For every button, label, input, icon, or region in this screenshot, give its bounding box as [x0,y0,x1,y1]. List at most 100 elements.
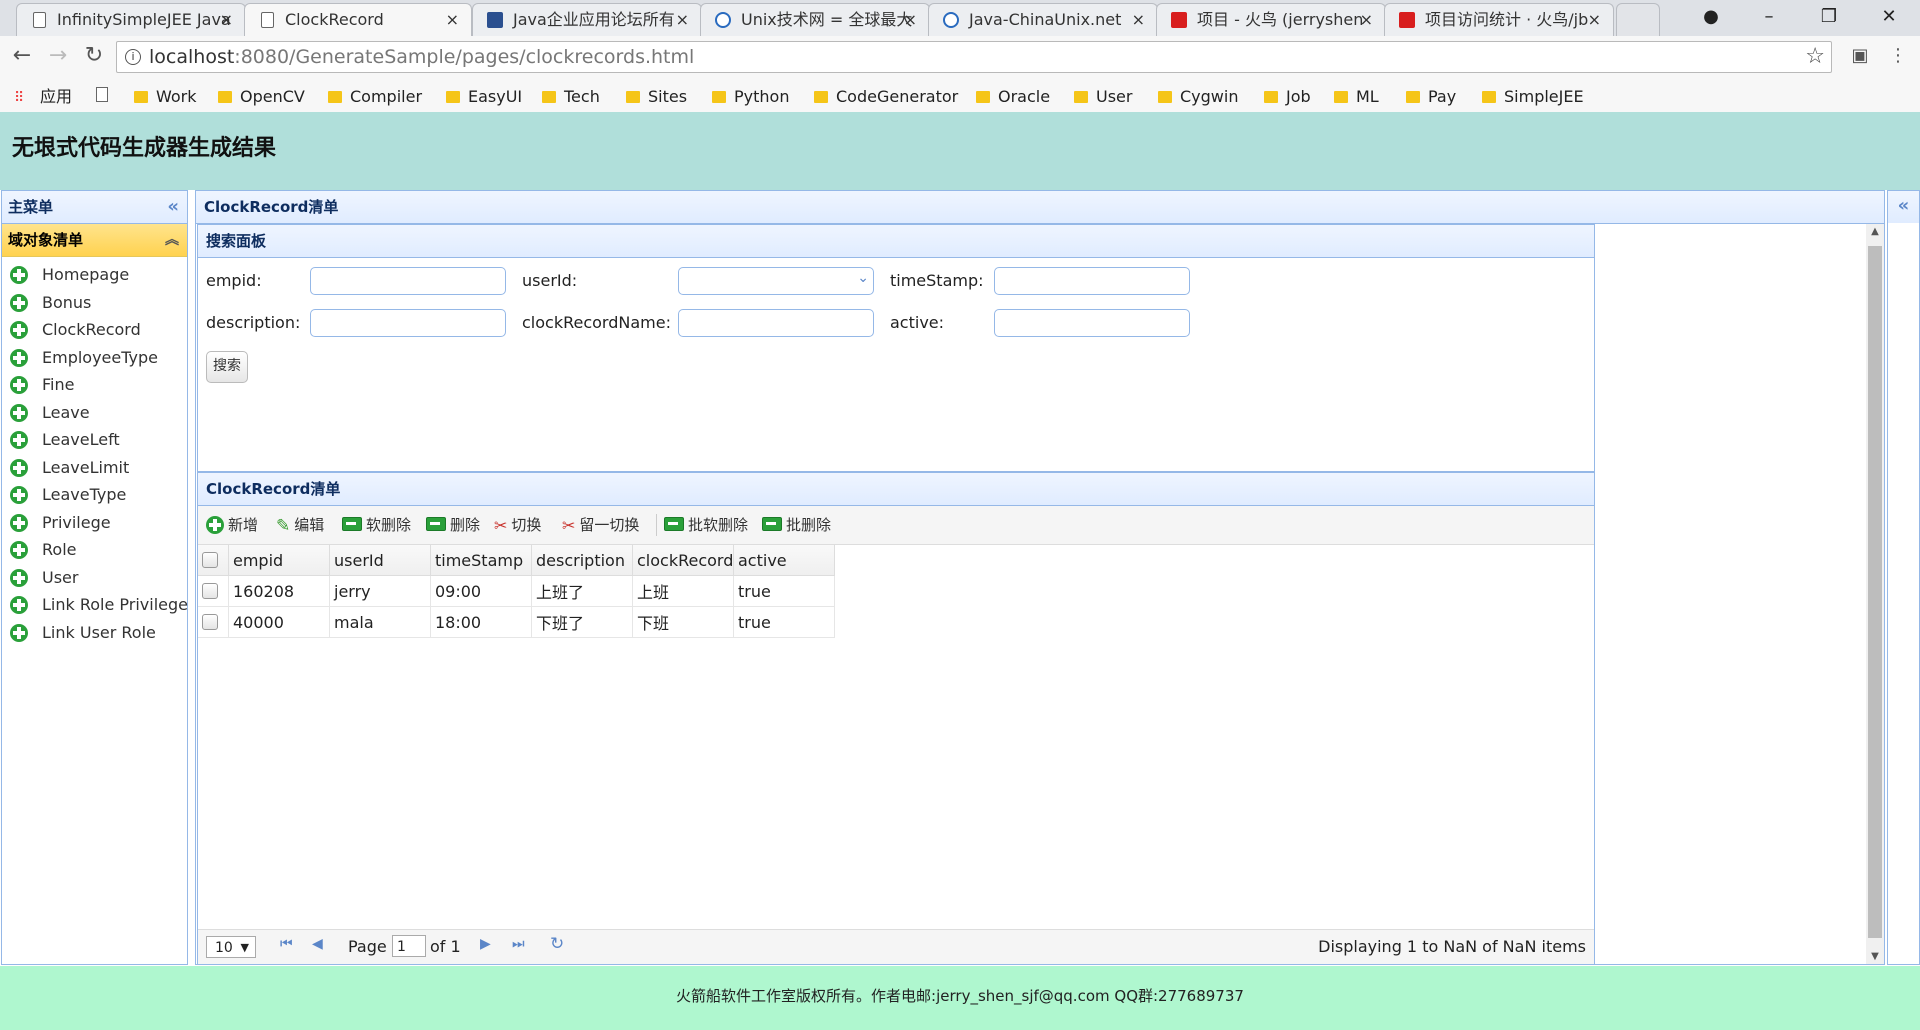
bookmark-apps[interactable]: ⠿ 应用 [14,86,72,108]
first-page-icon[interactable]: ⏮ [280,936,293,952]
userid-combobox[interactable]: ⌄ [678,267,874,295]
bookmark-folder[interactable]: Oracle [976,86,1050,108]
next-page-icon[interactable]: ▶ [480,936,491,952]
menu-item[interactable]: Role [2,536,187,564]
soft-delete-button[interactable]: 软删除 [342,515,411,535]
close-tab-icon[interactable]: × [1360,4,1373,36]
table-row[interactable]: 160208 jerry 09:00 上班了 上班 true [198,575,835,607]
last-page-icon[interactable]: ⏭ [512,936,525,952]
batch-delete-button[interactable]: 批删除 [762,515,831,535]
collapse-up-icon[interactable]: ︽ [165,224,179,256]
menu-item[interactable]: LeaveType [2,481,187,509]
bookmark-folder[interactable]: Cygwin [1158,86,1238,108]
row-checkbox[interactable] [198,606,229,638]
collapse-left-icon[interactable]: « [167,191,179,223]
bookmark-star-icon[interactable]: ☆ [1805,42,1825,72]
bookmark-folder[interactable]: User [1074,86,1132,108]
close-tab-icon[interactable]: × [676,4,689,36]
row-checkbox[interactable] [198,575,229,607]
menu-item[interactable]: Leave [2,399,187,427]
active-input[interactable] [994,309,1190,337]
browser-tab[interactable]: InfinitySimpleJEE Java × [16,3,246,36]
menu-item[interactable]: Fine [2,371,187,399]
browser-tab[interactable]: 项目访问统计 · 火鸟/jb × [1384,3,1614,36]
chevron-down-icon[interactable]: ⌄ [857,270,869,286]
scroll-up-icon[interactable]: ▲ [1866,226,1884,237]
delete-button[interactable]: 删除 [426,515,480,535]
back-icon[interactable]: ← [8,43,36,68]
refresh-icon[interactable]: ↻ [550,934,564,954]
timestamp-input[interactable] [994,267,1190,295]
column-header[interactable]: active [733,545,835,576]
menu-item[interactable]: Bonus [2,289,187,317]
close-tab-icon[interactable]: × [446,4,459,36]
bookmark-folder[interactable]: Work [134,86,197,108]
table-row[interactable]: 40000 mala 18:00 下班了 下班 true [198,606,835,638]
menu-kebab-icon[interactable]: ⋮ [1884,45,1912,66]
empid-input[interactable] [310,267,506,295]
scrollbar-thumb[interactable] [1868,246,1882,938]
info-icon[interactable]: i [125,49,141,65]
prev-page-icon[interactable]: ◀ [312,936,323,952]
search-button[interactable]: 搜索 [206,351,248,383]
close-tab-icon[interactable]: × [904,4,917,36]
toggle-one-button[interactable]: ✂ 留一切换 [562,515,639,535]
profile-icon[interactable]: ● [1688,0,1734,36]
bookmark-folder[interactable]: OpenCV [218,86,305,108]
extension-icon[interactable]: ▣ [1846,45,1874,66]
minimize-icon[interactable]: – [1746,0,1792,36]
page-size-select[interactable]: 10 ▼ [206,936,256,958]
menu-item[interactable]: Privilege [2,509,187,537]
edit-button[interactable]: ✎ 编辑 [276,515,324,536]
menu-item[interactable]: Link Role Privilege [2,591,188,619]
url-input[interactable]: i localhost:8080/GenerateSample/pages/cl… [116,41,1832,73]
browser-tab-active[interactable]: ClockRecord × [244,3,472,36]
menu-item[interactable]: Link User Role [2,619,187,647]
menu-item[interactable]: Homepage [2,261,187,289]
menu-item[interactable]: LeaveLeft [2,426,187,454]
browser-tab[interactable]: Java企业应用论坛所有 × [472,3,702,36]
forward-icon[interactable]: → [44,43,72,68]
browser-tab[interactable]: Java-ChinaUnix.net × [928,3,1158,36]
bookmark-folder[interactable]: Python [712,86,789,108]
add-button[interactable]: 新增 [206,515,258,535]
expand-left-icon[interactable]: « [1888,191,1919,223]
bookmark-folder[interactable]: CodeGenerator [814,86,958,108]
bookmark-folder[interactable]: Pay [1406,86,1456,108]
bookmark-folder[interactable]: EasyUI [446,86,522,108]
page-number-input[interactable]: 1 [392,935,426,957]
bookmark-folder[interactable]: Compiler [328,86,422,108]
scroll-down-icon[interactable]: ▼ [1866,951,1884,962]
column-header[interactable]: timeStamp [430,545,532,576]
close-tab-icon[interactable]: × [1132,4,1145,36]
toggle-button[interactable]: ✂ 切换 [494,515,541,535]
column-header[interactable]: description [531,545,633,576]
close-tab-icon[interactable]: × [220,4,233,36]
menu-item[interactable]: EmployeeType [2,344,187,372]
clockrecordname-input[interactable] [678,309,874,337]
page-icon[interactable] [96,86,108,108]
column-header[interactable]: empid [228,545,330,576]
bookmark-folder[interactable]: SimpleJEE [1482,86,1584,108]
column-header[interactable]: clockRecordN [632,545,734,576]
select-all-checkbox[interactable] [198,545,229,576]
new-tab-button[interactable] [1616,3,1660,36]
batch-soft-delete-button[interactable]: 批软删除 [664,515,748,535]
bookmark-folder[interactable]: Sites [626,86,687,108]
menu-item[interactable]: LeaveLimit [2,454,187,482]
close-window-icon[interactable]: ✕ [1866,0,1912,36]
vertical-scrollbar[interactable]: ▲ ▼ [1866,224,1884,964]
browser-tab[interactable]: 项目 - 火鸟 (jerryshen × [1156,3,1386,36]
browser-tab[interactable]: Unix技术网 = 全球最大 × [700,3,930,36]
restore-icon[interactable]: ❐ [1806,0,1852,36]
menu-item[interactable]: User [2,564,187,592]
menu-item[interactable]: ClockRecord [2,316,187,344]
bookmark-folder[interactable]: Tech [542,86,600,108]
description-input[interactable] [310,309,506,337]
close-tab-icon[interactable]: × [1588,4,1601,36]
bookmark-folder[interactable]: Job [1264,86,1311,108]
accordion-header[interactable]: 域对象清单 ︽ [2,224,187,257]
bookmark-folder[interactable]: ML [1334,86,1379,108]
column-header[interactable]: userId [329,545,431,576]
reload-icon[interactable]: ↻ [80,43,108,68]
